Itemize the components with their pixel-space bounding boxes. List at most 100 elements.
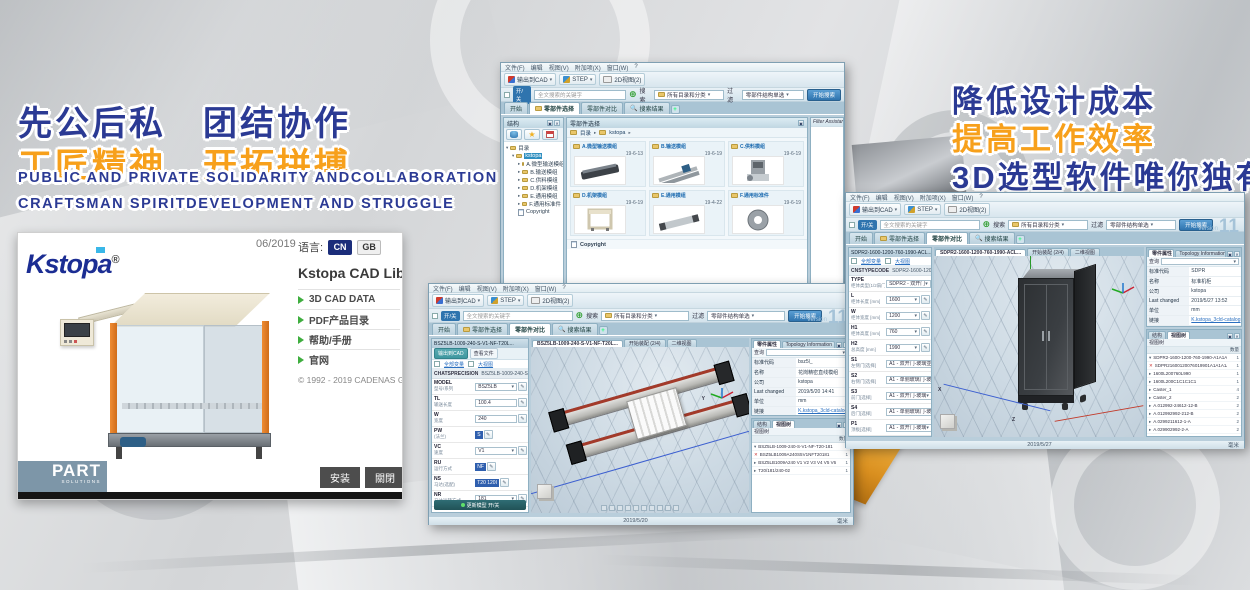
edit-button[interactable]: ✎ [487, 462, 496, 471]
search-checkbox[interactable] [849, 222, 855, 228]
param-select[interactable]: A1 - 双开门-玻璃亚克力▾ [886, 360, 932, 368]
pin-button[interactable]: ▣ [1227, 251, 1233, 257]
tree-item-copyright[interactable]: Copyright [518, 208, 561, 216]
part-card[interactable]: E.通用模组 19-4-22 [649, 190, 725, 236]
big-view-link[interactable]: 大视图 [895, 258, 910, 265]
lang-gb-button[interactable]: GB [357, 240, 381, 255]
menu-file[interactable]: 文件(F) [433, 284, 453, 293]
history-button[interactable] [542, 129, 558, 140]
tab-part-selection[interactable]: 零部件选择 [874, 232, 925, 244]
tab-part-compare[interactable]: 零部件对比 [926, 232, 968, 244]
view-file-button[interactable]: 查看文件 [470, 348, 498, 359]
param-select[interactable]: 1600▾ [886, 296, 920, 304]
view-cube[interactable] [940, 414, 955, 429]
tree-root[interactable]: ▾目录 [506, 144, 561, 152]
viewport-tool-icon[interactable] [625, 505, 631, 511]
filter-select[interactable]: 零部件结构单选▾ [742, 90, 804, 100]
search-toggle[interactable]: 开/关 [513, 86, 531, 104]
tab-home[interactable]: 开始 [432, 323, 456, 335]
install-button[interactable]: 安装 [320, 467, 360, 488]
tab-part-compare[interactable]: 零部件对比 [509, 323, 551, 335]
tab-search-results[interactable]: 🔍搜索结果 [969, 232, 1015, 244]
edit-button[interactable]: ✎ [518, 414, 527, 423]
view-2d-button[interactable]: 2D视图(2) [527, 294, 573, 307]
param-select[interactable]: A1 - 双开门-玻璃▾ [886, 392, 932, 400]
catalog-db-button[interactable] [506, 129, 522, 140]
checkbox[interactable] [468, 361, 474, 367]
close-button[interactable]: ✕ [1234, 251, 1240, 257]
tree-item[interactable]: ▸F.通用标准件 [518, 200, 561, 208]
assembly-row[interactable]: ▾SDPR2-1600-1200-760-1990-A1A1A1A1-A1A1A… [1147, 354, 1241, 362]
param-slider[interactable]: 240 [475, 415, 517, 423]
viewport-tool-icon[interactable] [649, 505, 655, 511]
param-slider[interactable]: 100.4 [475, 399, 517, 407]
tree-item[interactable]: ▸A.微型输送模组 [518, 160, 561, 168]
search-scope-select[interactable]: 所有目录和分类▾ [601, 311, 689, 321]
lang-cn-button[interactable]: CN [328, 240, 352, 255]
checkbox[interactable] [434, 361, 440, 367]
document-tab[interactable]: SDPR2-1600-1200-760-1990-ACL... [849, 248, 931, 257]
tab-topology-info[interactable]: Topology Information [782, 341, 835, 348]
search-input[interactable]: 全文搜索的关键字 [534, 90, 626, 100]
assembly-row[interactable]: ▸Caster_14 [1147, 386, 1241, 394]
tab-view-tree[interactable]: 视图树 [772, 420, 795, 428]
param-toggle[interactable]: S [475, 431, 482, 439]
search-scope-select[interactable]: 所有目录和分类▾ [1008, 220, 1088, 230]
assembly-row[interactable]: ▸A.012992992-212-B2 [1147, 410, 1241, 418]
menu-edit[interactable]: 编辑 [876, 193, 888, 202]
viewport-tool-icon[interactable] [657, 505, 663, 511]
param-toggle[interactable]: NF [475, 463, 486, 471]
part-card[interactable]: B.输送模组 19-6-19 [649, 141, 725, 187]
param-select[interactable]: 1990▾ [886, 344, 920, 352]
catalog-link[interactable]: K.kstopa_3cld-catalog [796, 407, 850, 416]
menu-file[interactable]: 文件(F) [850, 193, 870, 202]
viewport-tab-2d[interactable]: 二维视图 [667, 339, 697, 347]
pin-button[interactable]: ▣ [836, 422, 842, 428]
pin-button[interactable]: ▣ [1227, 333, 1233, 339]
view-2d-button[interactable]: 2D视图(2) [944, 203, 990, 216]
assembly-row[interactable]: ▸BSZ5LB1009A240 V1 V2 V3 V4 V5 V6 N...1 [752, 459, 850, 467]
checkbox[interactable] [885, 258, 891, 264]
assembly-row[interactable]: ▸1600L200760L9901 [1147, 370, 1241, 378]
menu-edit[interactable]: 编辑 [531, 63, 543, 72]
param-select[interactable]: A1 - 单侧玻璃门-玻璃▾ [886, 408, 932, 416]
search-scope-select[interactable]: 所有目录和分类▾ [654, 90, 724, 100]
tab-structure[interactable]: 结构 [753, 420, 771, 428]
search-checkbox[interactable] [432, 313, 438, 319]
export-cad-button[interactable]: 输出到CAD▾ [504, 73, 556, 86]
viewport-tab-model[interactable]: SDPR2-1600-1200-760-1990-ACL... [935, 249, 1026, 256]
menu-window[interactable]: 窗口(W) [952, 193, 974, 202]
menu-help[interactable]: ? [979, 194, 982, 200]
edit-button[interactable]: ✎ [921, 295, 930, 304]
part-card[interactable]: D.机架模组 19-6-19 [570, 190, 646, 236]
tab-structure[interactable]: 结构 [1148, 331, 1166, 339]
start-search-button[interactable]: 开始搜索 [807, 89, 841, 101]
tab-search-results[interactable]: 🔍搜索结果 [552, 323, 598, 335]
viewport-tool-icon[interactable] [673, 505, 679, 511]
menu-extras[interactable]: 附加项(X) [920, 193, 946, 202]
edit-button[interactable]: ✎ [484, 430, 493, 439]
menu-view[interactable]: 视图(V) [477, 284, 497, 293]
query-select[interactable]: ▾ [1161, 258, 1239, 265]
3d-viewport[interactable]: BSZ5LB-1009-240-S-V1-NF-T20L... 开始装配 (2/… [531, 338, 749, 513]
close-button[interactable]: ✕ [554, 120, 560, 126]
export-cad-button[interactable]: 输出到CAD▾ [432, 294, 484, 307]
checkbox[interactable] [851, 258, 857, 264]
view-2d-button[interactable]: 2D视图(2) [599, 73, 645, 86]
view-cube[interactable] [537, 484, 552, 499]
part-card[interactable]: F.通用标准件 19-6-19 [728, 190, 804, 236]
menu-view[interactable]: 视图(V) [549, 63, 569, 72]
param-select[interactable]: BSZ5LB▾ [475, 383, 517, 391]
param-select[interactable]: 1200▾ [886, 312, 920, 320]
search-toggle[interactable]: 开/关 [858, 220, 877, 230]
menu-help[interactable]: ? [634, 64, 637, 70]
menu-window[interactable]: 窗口(W) [607, 63, 629, 72]
edit-button[interactable]: ✎ [921, 311, 930, 320]
edit-button[interactable]: ✎ [518, 446, 527, 455]
pin-button[interactable]: ▣ [836, 342, 842, 348]
tab-part-selection[interactable]: 零部件选择 [457, 323, 508, 335]
search-toggle[interactable]: 开/关 [441, 311, 460, 321]
3d-viewport[interactable]: SDPR2-1600-1200-760-1990-ACL... 开始装配 (2/… [934, 247, 1144, 437]
menu-3d-cad-data[interactable]: 3D CAD DATA [298, 289, 400, 309]
assembly-row[interactable]: ✕BSZ5LB1009A240S5V1NFT201811 [752, 451, 850, 459]
